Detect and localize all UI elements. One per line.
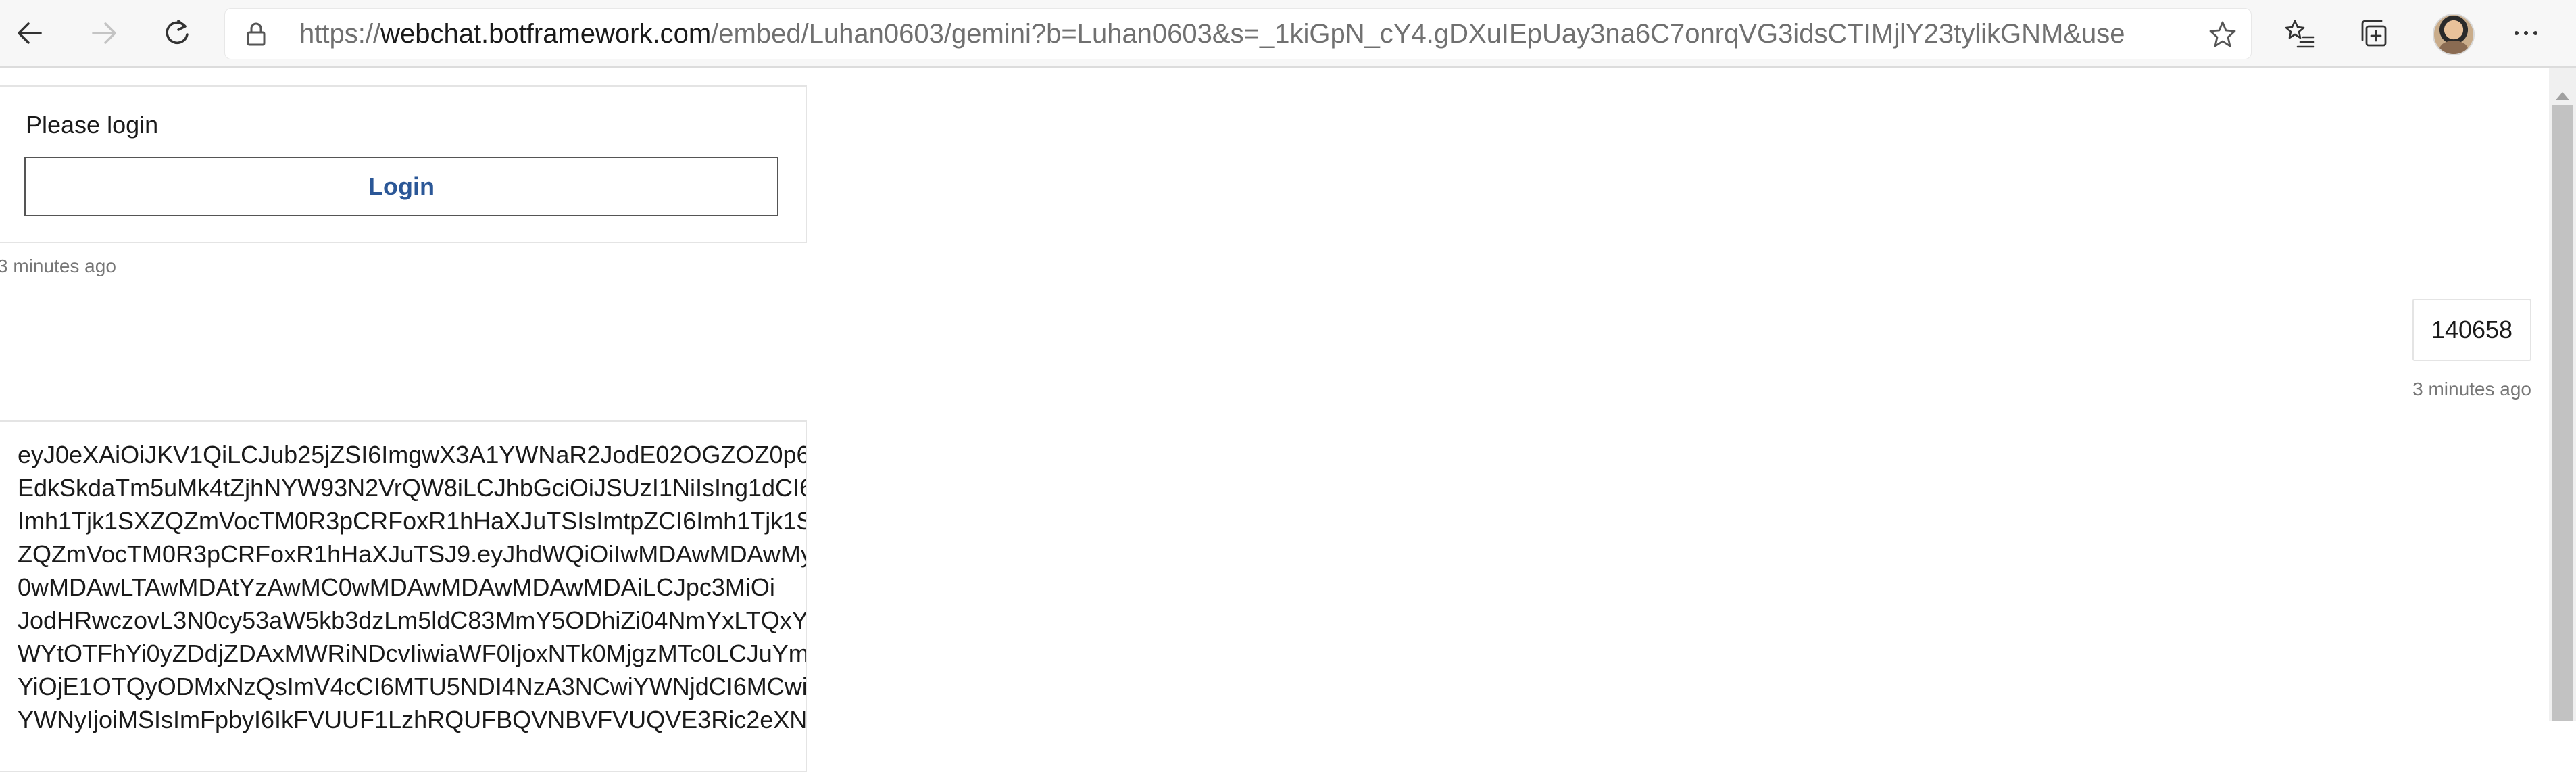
forward-button[interactable] (82, 11, 126, 55)
token-line: 0wMDAwLTAwMDAtYzAwMC0wMDAwMDAwMDAwMDAiLC… (18, 573, 775, 601)
login-card-title: Please login (26, 111, 159, 139)
more-icon (2515, 31, 2537, 35)
token-text: eyJ0eXAiOiJKV1QiLCJub25jZSI6ImgwX3A1YWNa… (18, 438, 807, 736)
login-card-timestamp: 3 minutes ago (0, 256, 116, 276)
refresh-icon (166, 20, 189, 45)
collections-icon (2361, 20, 2387, 47)
back-button[interactable] (8, 11, 51, 55)
refresh-button[interactable] (155, 11, 199, 55)
back-arrow-icon (18, 22, 42, 44)
token-line: eyJ0eXAiOiJKV1QiLCJub25jZSI6ImgwX3A1YWNa… (18, 441, 807, 468)
vertical-scrollbar[interactable] (2549, 68, 2576, 721)
favorites-list-icon (2285, 20, 2315, 48)
url-text[interactable]: https://webchat.botframework.com/embed/L… (299, 9, 2124, 59)
collections-button[interactable] (2353, 11, 2396, 55)
avatar[interactable] (2433, 14, 2475, 55)
user-message-bubble: 140658 (2412, 299, 2531, 361)
token-line: YWNyIjoiMSIsImFpbyI6IkFVUUF1LzhRQUFBQVNB… (18, 706, 807, 733)
token-line: JodHRwczovL3N0cy53aW5kb3dzLm5ldC83MmY5OD… (18, 606, 807, 634)
user-message-timestamp: 3 minutes ago (2412, 379, 2531, 400)
scroll-up-arrow-icon[interactable] (2556, 92, 2569, 100)
browser-toolbar: https://webchat.botframework.com/embed/L… (0, 0, 2576, 68)
token-line: ZQZmVocTM0R3pCRFoxR1hHaXJuTSJ9.eyJhdWQiO… (18, 540, 807, 568)
forward-arrow-icon (92, 22, 116, 44)
url-path: /embed/Luhan0603/gemini?b=Luhan0603&s=_1… (711, 19, 2124, 49)
token-line: Imh1Tjk1SXZQZmVocTM0R3pCRFoxR1hHaXJuTSIs… (18, 507, 807, 535)
url-prefix: https:// (299, 19, 381, 49)
token-line: EdkSkdaTm5uMk4tZjhNYW93N2VrQW8iLCJhbGciO… (18, 474, 807, 502)
address-bar[interactable]: https://webchat.botframework.com/embed/L… (224, 8, 2252, 59)
star-icon[interactable] (2208, 19, 2237, 49)
favorites-button[interactable] (2279, 11, 2322, 55)
url-host: webchat.botframework.com (380, 19, 712, 49)
user-message-text: 140658 (2431, 316, 2513, 343)
login-card: Please login Login (0, 85, 807, 243)
token-line: WYtOTFhYi0yZDdjZDAxMWRiNDcvIiwiaWF0IjoxN… (18, 640, 807, 667)
chat-transcript: Please login Login 3 minutes ago 140658 … (0, 68, 2549, 772)
more-button[interactable] (2504, 11, 2548, 55)
login-button[interactable]: Login (24, 157, 778, 216)
scrollbar-thumb[interactable] (2552, 105, 2573, 721)
token-line: YiOjE1OTQyODMxNzQsImV4cCI6MTU5NDI4NzA3NC… (18, 673, 807, 700)
token-message-bubble: eyJ0eXAiOiJKV1QiLCJub25jZSI6ImgwX3A1YWNa… (0, 420, 807, 772)
lock-icon (247, 22, 266, 46)
